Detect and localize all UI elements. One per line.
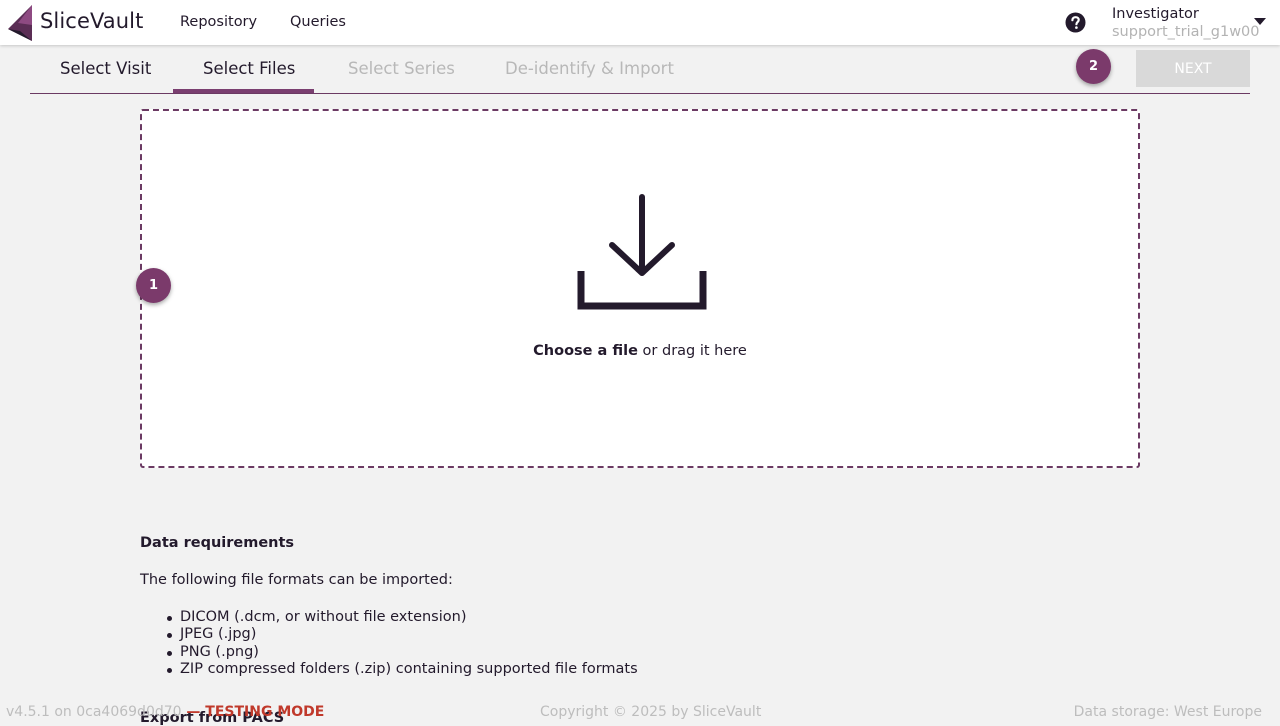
step-select-visit[interactable]: Select Visit xyxy=(60,59,151,78)
user-role: Investigator xyxy=(1112,6,1199,22)
drag-hint: or drag it here xyxy=(637,343,747,359)
step-select-files[interactable]: Select Files xyxy=(203,59,295,78)
requirements-title: Data requirements xyxy=(140,535,295,551)
top-navbar: SliceVault Repository Queries Investigat… xyxy=(0,0,1280,45)
active-step-indicator xyxy=(173,89,314,93)
data-storage-text: Data storage: West Europe xyxy=(1073,704,1262,720)
nav-queries-link[interactable]: Queries xyxy=(290,14,346,30)
format-item: JPEG (.jpg) xyxy=(167,626,638,643)
format-list: DICOM (.dcm, or without file extension) … xyxy=(167,609,638,678)
format-item: ZIP compressed folders (.zip) containing… xyxy=(167,660,638,677)
version-text: v4.5.1 on 0ca4069d0d70 xyxy=(6,704,182,720)
import-stepper: Select Visit Select Files Select Series … xyxy=(30,45,1250,94)
hint-badge-1[interactable]: 1 xyxy=(136,268,171,303)
step-deidentify-import: De-identify & Import xyxy=(505,59,674,78)
brand-name[interactable]: SliceVault xyxy=(40,9,143,33)
hint-badge-2[interactable]: 2 xyxy=(1076,49,1111,84)
format-item: DICOM (.dcm, or without file extension) xyxy=(167,609,638,626)
user-name: support_trial_g1w00 xyxy=(1112,24,1260,40)
testing-mode-label: — TESTING MODE xyxy=(181,704,325,720)
question-circle-icon[interactable] xyxy=(1065,12,1086,33)
caret-down-icon[interactable] xyxy=(1254,18,1266,25)
choose-file-link[interactable]: Choose a file xyxy=(533,343,638,359)
requirements-intro: The following file formats can be import… xyxy=(140,572,453,588)
format-item: PNG (.png) xyxy=(167,644,638,661)
file-drop-zone[interactable]: Choose a file or drag it here xyxy=(140,109,1140,468)
slicevault-logo-icon[interactable] xyxy=(4,5,34,41)
version-info: v4.5.1 on 0ca4069d0d70 — TESTING MODE xyxy=(6,704,324,720)
footer: v4.5.1 on 0ca4069d0d70 — TESTING MODE Co… xyxy=(0,704,1280,720)
drop-instructions: Choose a file or drag it here xyxy=(142,343,1138,359)
download-icon xyxy=(577,194,707,310)
copyright-text: Copyright © 2025 by SliceVault xyxy=(540,704,762,720)
nav-repository-link[interactable]: Repository xyxy=(180,14,257,30)
next-button[interactable]: NEXT xyxy=(1136,50,1250,87)
step-select-series: Select Series xyxy=(348,59,455,78)
user-menu[interactable]: Investigator support_trial_g1w00 xyxy=(1112,5,1260,41)
